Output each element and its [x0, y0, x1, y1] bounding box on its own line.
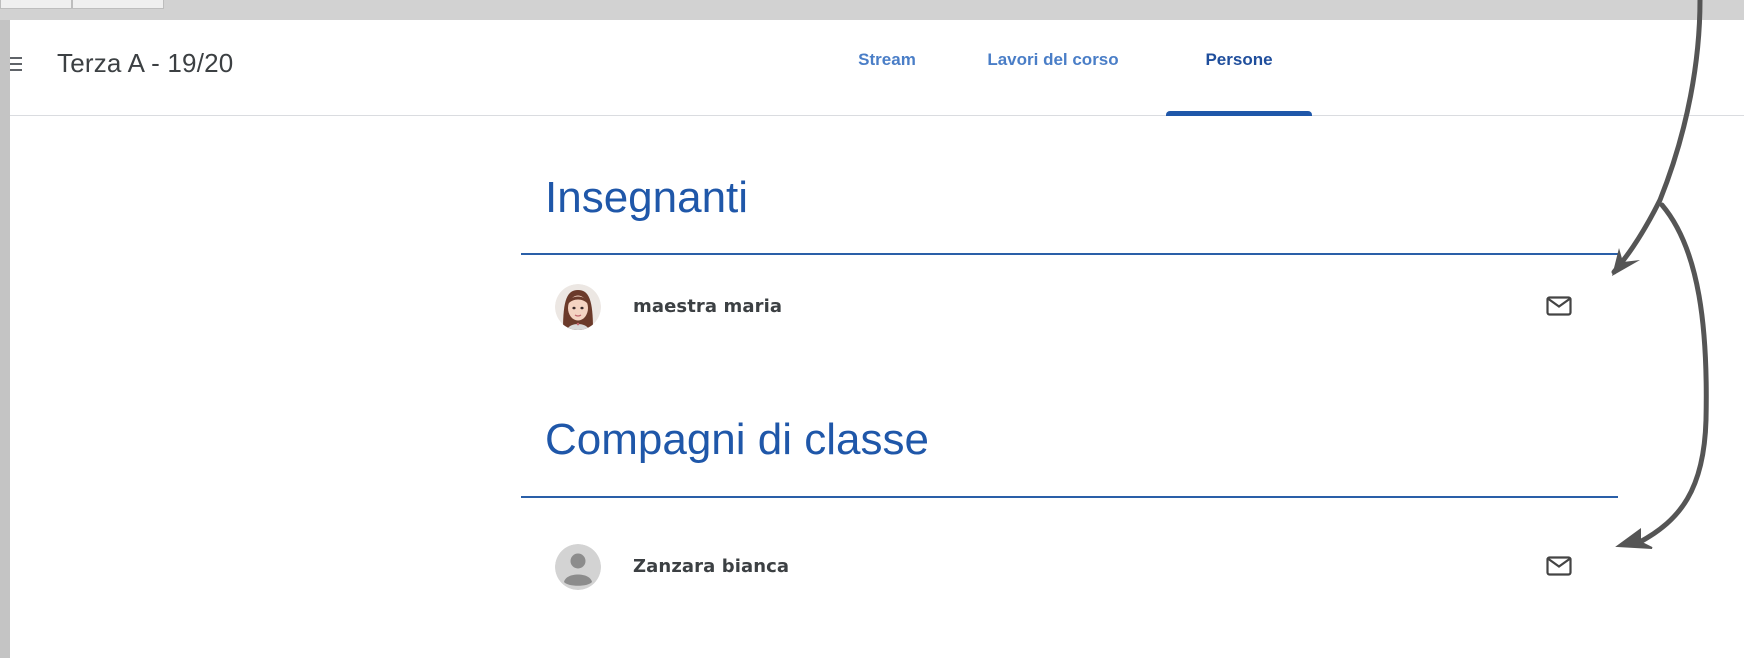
classmates-divider — [521, 496, 1618, 498]
tab-label: Stream — [858, 49, 916, 69]
classroom-app: Terza A - 19/20 Stream Lavori del corso … — [10, 20, 1744, 658]
tab-persone[interactable]: Persone — [1166, 20, 1312, 116]
cartoon-woman-avatar — [555, 284, 601, 330]
classmate-name[interactable]: Zanzara bianca — [633, 556, 789, 577]
default-person-avatar — [555, 544, 601, 590]
class-title[interactable]: Terza A - 19/20 — [57, 48, 233, 79]
browser-tab-stub — [0, 0, 72, 9]
app-header: Terza A - 19/20 Stream Lavori del corso … — [10, 20, 1744, 116]
tab-stream[interactable]: Stream — [832, 20, 942, 115]
hamburger-menu-icon[interactable] — [10, 50, 30, 78]
window-frame-top — [0, 0, 1744, 20]
classmate-row: Zanzara bianca — [521, 536, 1618, 596]
tab-label: Persone — [1205, 49, 1273, 69]
classmates-heading: Compagni di classe — [545, 415, 929, 464]
email-icon[interactable] — [1543, 550, 1575, 582]
teachers-divider — [521, 253, 1618, 255]
active-tab-indicator — [1166, 111, 1312, 116]
tab-label: Lavori del corso — [987, 49, 1119, 69]
teacher-name[interactable]: maestra maria — [633, 296, 782, 317]
tab-lavori-del-corso[interactable]: Lavori del corso — [968, 20, 1138, 115]
email-icon[interactable] — [1543, 290, 1575, 322]
browser-tab-stub — [72, 0, 164, 9]
teachers-heading: Insegnanti — [545, 173, 749, 222]
teacher-row: maestra maria — [521, 276, 1618, 336]
